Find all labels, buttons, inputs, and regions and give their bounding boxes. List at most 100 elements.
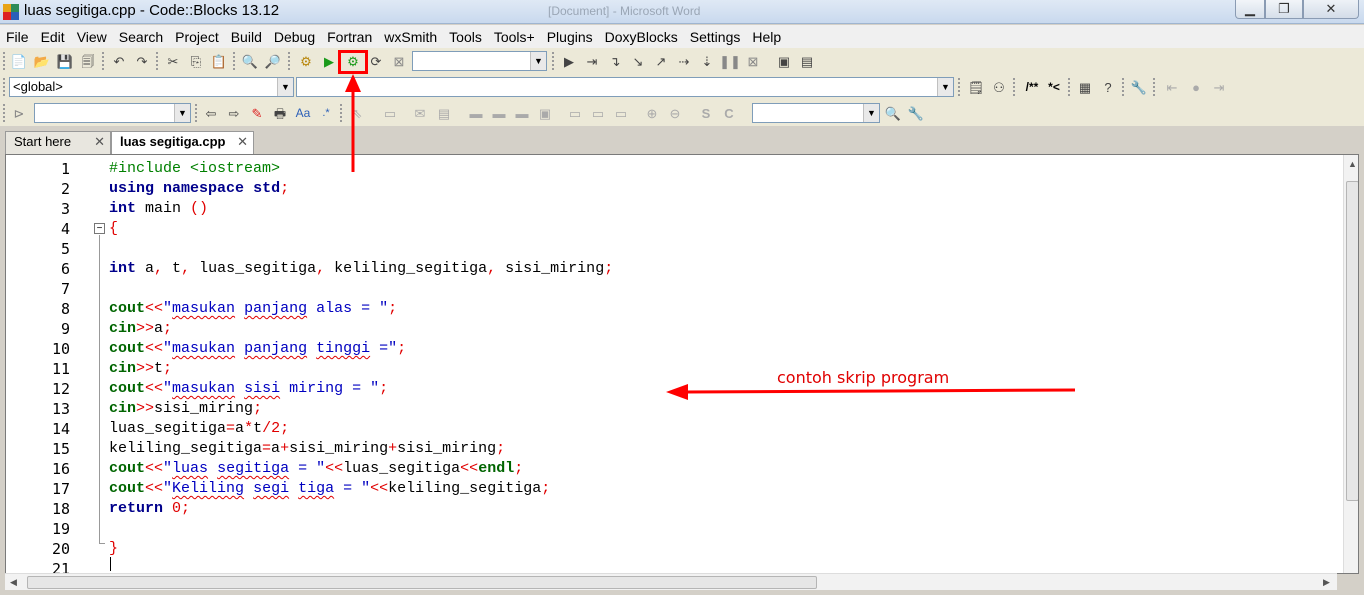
horizontal-scroll-thumb[interactable] bbox=[27, 576, 817, 589]
next-instruction-icon[interactable]: ⇢ bbox=[675, 52, 693, 70]
scope-combo[interactable]: <global> ▼ bbox=[9, 77, 294, 97]
menu-file[interactable]: File bbox=[0, 29, 35, 45]
spell-c-icon[interactable]: C bbox=[720, 104, 738, 122]
horizontal-scrollbar[interactable]: ◀ ▶ bbox=[5, 573, 1337, 590]
doxy-line-comment-button[interactable]: *< bbox=[1045, 78, 1063, 96]
doxy-html-icon[interactable]: ▦ bbox=[1076, 78, 1094, 96]
menu-debug[interactable]: Debug bbox=[268, 29, 321, 45]
debug-windows-icon[interactable]: ▣ bbox=[775, 52, 793, 70]
toolbar-grip[interactable] bbox=[3, 52, 7, 70]
code-line[interactable]: cin>>sisi_miring; bbox=[109, 400, 262, 417]
code-line[interactable]: int main () bbox=[109, 200, 208, 217]
toolbar-grip[interactable] bbox=[233, 52, 237, 70]
code-line[interactable]: cout<<"masukan panjang alas = "; bbox=[109, 300, 397, 317]
code-line[interactable]: cout<<"masukan panjang tinggi ="; bbox=[109, 340, 406, 357]
toolbar-grip[interactable] bbox=[288, 52, 292, 70]
scroll-left-icon[interactable]: ◀ bbox=[10, 577, 17, 588]
jump-back-icon[interactable]: ⇦ bbox=[202, 104, 220, 122]
scroll-up-icon[interactable]: ▲ bbox=[1348, 159, 1357, 169]
prev-bookmark-icon[interactable]: ⇤ bbox=[1163, 78, 1181, 96]
toolbar-grip[interactable] bbox=[1013, 78, 1017, 96]
build-target-combo[interactable]: ▼ bbox=[412, 51, 547, 71]
menu-build[interactable]: Build bbox=[225, 29, 268, 45]
menu-edit[interactable]: Edit bbox=[35, 29, 71, 45]
symbol-combo[interactable]: ▼ bbox=[752, 103, 880, 123]
doxy-prefs-icon[interactable]: 🔧 bbox=[1130, 78, 1148, 96]
vertical-scroll-thumb[interactable] bbox=[1346, 181, 1358, 501]
close-button[interactable]: ✕ bbox=[1303, 0, 1359, 19]
print-icon[interactable]: 🖶 bbox=[271, 104, 289, 122]
maximize-button[interactable]: ❐ bbox=[1265, 0, 1303, 19]
toolbar-grip[interactable] bbox=[156, 52, 160, 70]
code-line[interactable]: using namespace std; bbox=[109, 180, 289, 197]
pause-icon[interactable]: ❚❚ bbox=[719, 52, 741, 70]
toolbar-grip[interactable] bbox=[340, 104, 344, 122]
select-arrow-icon[interactable]: ⇖ bbox=[348, 104, 366, 122]
layout-2-icon[interactable]: ▬ bbox=[490, 104, 508, 122]
menu-tools-plus[interactable]: Tools+ bbox=[488, 29, 541, 45]
menu-wxsmith[interactable]: wxSmith bbox=[378, 29, 443, 45]
layout-1-icon[interactable]: ▬ bbox=[467, 104, 485, 122]
code-line[interactable]: cin>>t; bbox=[109, 360, 172, 377]
various-info-icon[interactable]: ▤ bbox=[798, 52, 816, 70]
toolbar-grip[interactable] bbox=[1122, 78, 1126, 96]
scroll-right-icon[interactable]: ▶ bbox=[1323, 577, 1330, 588]
step-out-icon[interactable]: ↗ bbox=[652, 52, 670, 70]
spell-s-icon[interactable]: S bbox=[697, 104, 715, 122]
code-line[interactable]: cout<<"masukan sisi miring = "; bbox=[109, 380, 388, 397]
search-combo[interactable]: ▼ bbox=[34, 103, 191, 123]
step-into-icon[interactable]: ↘ bbox=[629, 52, 647, 70]
regex-icon[interactable]: .* bbox=[317, 104, 335, 122]
toolbar-grip[interactable] bbox=[1068, 78, 1072, 96]
menu-doxyblocks[interactable]: DoxyBlocks bbox=[599, 29, 684, 45]
code-line[interactable]: luas_segitiga=a*t/2; bbox=[109, 420, 289, 437]
search-symbol-icon[interactable]: 🔍 bbox=[884, 104, 902, 122]
menu-search[interactable]: Search bbox=[113, 29, 169, 45]
menu-help[interactable]: Help bbox=[746, 29, 787, 45]
menu-tools[interactable]: Tools bbox=[443, 29, 488, 45]
menu-fortran[interactable]: Fortran bbox=[321, 29, 378, 45]
abort-icon[interactable]: ⊠ bbox=[390, 52, 408, 70]
code-line[interactable]: cout<<"luas segitiga = "<<luas_segitiga<… bbox=[109, 460, 523, 477]
cut-icon[interactable]: ✂ bbox=[164, 52, 182, 70]
toolbar-grip[interactable] bbox=[195, 104, 199, 122]
code-line[interactable]: keliling_segitiga=a+sisi_miring+sisi_mir… bbox=[109, 440, 505, 457]
layout-3-icon[interactable]: ▬ bbox=[513, 104, 531, 122]
run-icon[interactable]: ▶ bbox=[320, 52, 338, 70]
toolbar-grip[interactable] bbox=[958, 78, 962, 96]
code-line[interactable]: #include <iostream> bbox=[109, 160, 280, 177]
function-combo[interactable]: ▼ bbox=[296, 77, 954, 97]
doxy-extract-icon[interactable]: ⚇ bbox=[990, 78, 1008, 96]
frame-2-icon[interactable]: ▭ bbox=[589, 104, 607, 122]
next-line-icon[interactable]: ↴ bbox=[606, 52, 624, 70]
build-gear-icon[interactable]: ⚙ bbox=[297, 52, 315, 70]
text-frame-icon[interactable]: ▤ bbox=[435, 104, 453, 122]
font-case-icon[interactable]: Aa bbox=[294, 104, 312, 122]
menu-settings[interactable]: Settings bbox=[684, 29, 747, 45]
highlight-icon[interactable]: ✎ bbox=[248, 104, 266, 122]
toggle-bookmark-icon[interactable]: ● bbox=[1187, 78, 1205, 96]
mail-icon[interactable]: ✉ bbox=[411, 104, 429, 122]
code-line[interactable]: { bbox=[109, 220, 118, 237]
block-icon[interactable]: ▭ bbox=[381, 104, 399, 122]
zoom-out-icon[interactable]: ⊖ bbox=[666, 104, 684, 122]
step-into-instruction-icon[interactable]: ⇣ bbox=[698, 52, 716, 70]
new-file-icon[interactable]: 📄 bbox=[10, 52, 28, 70]
close-tab-icon[interactable]: ✕ bbox=[94, 132, 105, 152]
toolbar-grip[interactable] bbox=[3, 78, 7, 96]
toolbar-grip[interactable] bbox=[102, 52, 106, 70]
menu-project[interactable]: Project bbox=[169, 29, 225, 45]
close-tab-icon[interactable]: ✕ bbox=[237, 132, 248, 152]
tab-start-here[interactable]: Start here ✕ bbox=[5, 131, 111, 154]
fold-collapse-icon[interactable]: − bbox=[94, 223, 105, 234]
frame-1-icon[interactable]: ▭ bbox=[566, 104, 584, 122]
copy-icon[interactable]: ⎘ bbox=[187, 52, 205, 70]
layout-4-icon[interactable]: ▣ bbox=[536, 104, 554, 122]
replace-icon[interactable]: 🔎 bbox=[264, 52, 282, 70]
menu-view[interactable]: View bbox=[71, 29, 113, 45]
save-icon[interactable]: 💾 bbox=[56, 52, 74, 70]
vertical-scrollbar[interactable]: ▲ bbox=[1343, 155, 1358, 573]
doxy-block-comment-button[interactable]: /** bbox=[1020, 78, 1044, 96]
code-editor[interactable]: 1 2 3 4 5 6 7 8 9 10 11 12 13 14 15 16 1… bbox=[5, 154, 1359, 574]
save-all-icon[interactable]: 🗐 bbox=[79, 52, 97, 70]
